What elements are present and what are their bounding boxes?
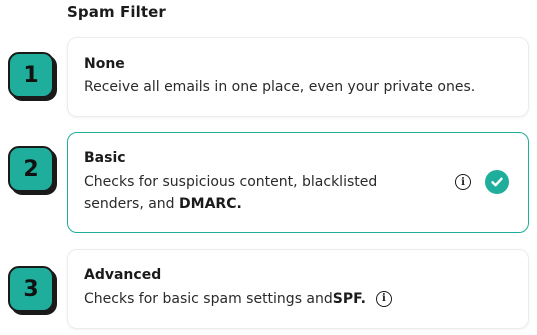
option-description: Receive all emails in one place, even yo… — [84, 79, 476, 95]
option-description-emphasis: SPF. — [332, 291, 366, 307]
option-description-text: Checks for basic spam settings and — [84, 291, 333, 307]
option-card-advanced[interactable]: Advanced Checks for basic spam settings … — [67, 249, 529, 329]
step-badge-1: 1 — [8, 52, 54, 98]
spam-filter-panel: Spam Filter 1 None Receive all emails in… — [0, 0, 537, 335]
option-card-none[interactable]: None Receive all emails in one place, ev… — [67, 37, 529, 117]
option-title: Basic — [84, 150, 126, 166]
option-title: None — [84, 56, 125, 72]
info-icon[interactable]: i — [375, 291, 392, 307]
check-circle-icon — [485, 170, 509, 194]
option-description: Checks for suspicious content, blacklist… — [84, 171, 414, 215]
step-badge-2: 2 — [8, 146, 54, 192]
option-card-basic[interactable]: Basic Checks for suspicious content, bla… — [67, 132, 529, 233]
option-description-emphasis: DMARC. — [179, 196, 242, 212]
option-title: Advanced — [84, 267, 162, 283]
step-badge-3: 3 — [8, 266, 54, 312]
info-icon[interactable]: i — [455, 174, 471, 190]
option-description: Checks for basic spam settings and SPF. … — [84, 288, 514, 310]
section-title: Spam Filter — [67, 3, 166, 21]
